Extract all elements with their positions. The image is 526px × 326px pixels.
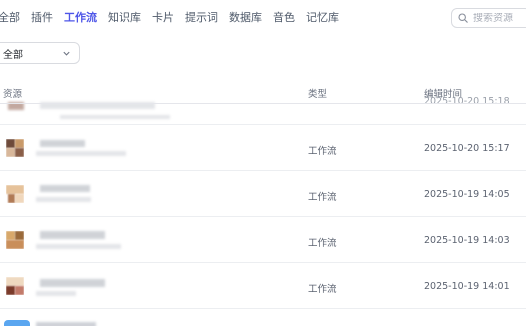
resource-type: 工作流 <box>308 238 337 249</box>
tab-workflows[interactable]: 工作流 <box>64 6 97 30</box>
resource-name-redacted <box>40 231 105 239</box>
resource-desc-redacted <box>36 291 76 296</box>
resource-desc-redacted <box>36 197 91 202</box>
resource-desc-redacted <box>60 115 170 119</box>
edit-time: 2025-10-19 14:01 <box>424 281 510 292</box>
search-box[interactable] <box>451 8 526 28</box>
tab-cards[interactable]: 卡片 <box>152 6 174 30</box>
search-input[interactable] <box>473 12 526 24</box>
tab-memory[interactable]: 记忆库 <box>306 6 339 30</box>
search-icon <box>458 13 468 23</box>
resource-name-redacted <box>40 279 105 287</box>
avatar <box>6 185 24 203</box>
edit-time: 2025-10-20 15:18 <box>424 96 510 107</box>
avatar <box>6 277 24 295</box>
chevron-down-icon <box>63 51 70 56</box>
header-divider <box>0 103 526 104</box>
tab-prompts[interactable]: 提示词 <box>185 6 218 30</box>
resource-name-redacted <box>40 185 90 192</box>
resource-name-redacted <box>36 322 96 326</box>
edit-time: 2025-10-19 14:03 <box>424 235 510 246</box>
resource-type: 工作流 <box>308 284 337 295</box>
edit-time: 2025-10-20 15:17 <box>424 143 510 154</box>
tab-all[interactable]: 全部 <box>0 6 20 30</box>
resource-type: 工作流 <box>308 146 337 157</box>
table-row[interactable]: 工作流 2025-10-19 14:03 <box>0 217 526 263</box>
resource-library-page: 全部 插件 工作流 知识库 卡片 提示词 数据库 音色 记忆库 全部 资源 类型… <box>0 0 526 326</box>
avatar <box>6 139 24 157</box>
tab-database[interactable]: 数据库 <box>229 6 262 30</box>
resource-type: 工作流 <box>308 192 337 203</box>
type-filter-select[interactable]: 全部 <box>0 42 80 64</box>
table-row[interactable]: 工作流 2025-10-20 15:17 <box>0 125 526 171</box>
edit-time: 2025-10-19 14:05 <box>424 189 510 200</box>
tab-knowledge-base[interactable]: 知识库 <box>108 6 141 30</box>
tab-voices[interactable]: 音色 <box>273 6 295 30</box>
filter-selected-value: 全部 <box>3 49 23 61</box>
resource-desc-redacted <box>36 151 126 156</box>
avatar <box>6 231 24 249</box>
tab-plugins[interactable]: 插件 <box>31 6 53 30</box>
resource-name-redacted <box>40 140 85 147</box>
table-row[interactable]: 工作流 2025-10-19 14:01 <box>0 263 526 309</box>
table-row-partial[interactable]: 2025-10-20 15:18 <box>0 96 526 125</box>
resource-desc-redacted <box>36 244 121 249</box>
table-row[interactable]: 工作流 2025-10-19 14:05 <box>0 171 526 217</box>
category-tabs: 全部 插件 工作流 知识库 卡片 提示词 数据库 音色 记忆库 <box>0 6 350 30</box>
avatar <box>4 320 30 326</box>
